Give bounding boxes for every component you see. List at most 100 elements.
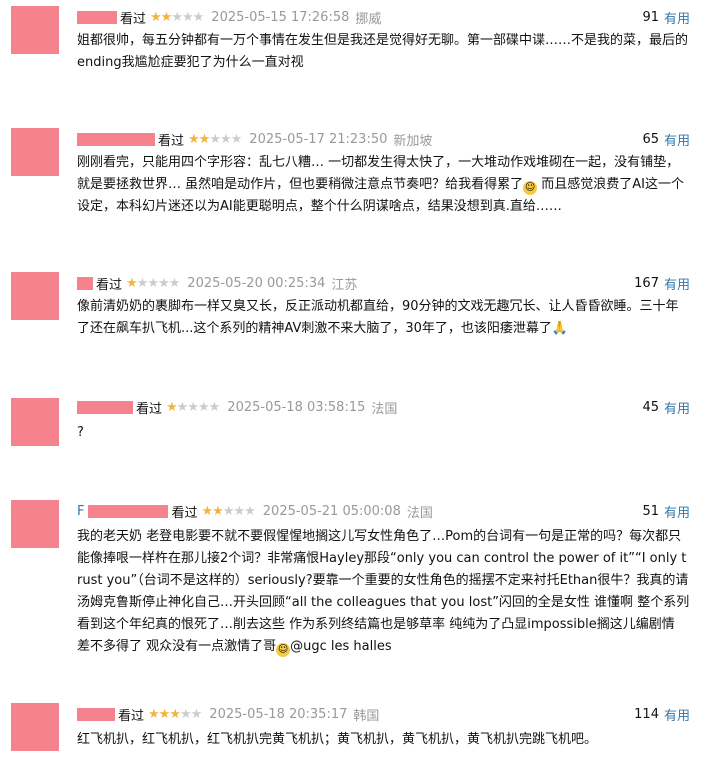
username[interactable] [77,707,115,721]
star-icon: ★ [150,9,162,25]
star-icon: ★ [136,275,149,291]
star-icon: ★ [166,399,178,415]
review-time: 2025-05-15 17:26:58 [211,9,350,25]
useful-button[interactable]: 有用 [664,130,690,149]
useful-button[interactable]: 有用 [664,502,690,521]
review-meta: 看过 ★ ★ ★ ★ ★ 2025-05-18 20:35:17 韩国 [77,703,379,725]
review-time: 2025-05-18 03:58:15 [227,399,366,415]
useful-button[interactable]: 有用 [664,398,690,417]
folded-hands-emoji-icon: 🙏 [551,321,569,336]
useful-button[interactable]: 有用 [664,705,690,724]
review-content: ? [77,425,84,440]
review-text: 像前清奶奶的裹脚布一样又臭又长，反正派动机都直给，90分钟的文戏无趣冗长、让人昏… [77,299,679,336]
star-icon: ★ [230,131,243,147]
seen-label: 看过 [96,277,123,293]
rating-stars: ★ ★ ★ ★ ★ [166,399,221,415]
review-location: 法国 [406,505,433,521]
star-icon: ★ [160,9,173,25]
star-icon: ★ [233,503,245,519]
rating-stars: ★ ★ ★ ★ ★ [188,131,243,147]
star-icon: ★ [126,275,138,291]
useful-count: 65 [642,131,659,147]
review-content: 刚刚看完，只能用四个字形容：乱七八糟… 一切都发生得太快了，一大堆动作戏堆砌在一… [77,152,690,218]
star-icon: ★ [168,275,181,291]
star-icon: ★ [181,9,194,25]
avatar[interactable] [11,398,59,446]
star-icon: ★ [219,131,232,147]
star-icon: ★ [201,503,214,519]
star-icon: ★ [147,275,159,291]
useful-vote[interactable]: 45 有用 [642,396,690,418]
useful-vote[interactable]: 167 有用 [634,272,690,294]
avatar[interactable] [11,128,59,176]
useful-vote[interactable]: 91 有用 [642,6,690,28]
review-text-continued: @ugc les halles [290,639,392,654]
seen-label: 看过 [136,401,163,417]
review-meta: 看过 ★ ★ ★ ★ ★ 2025-05-18 03:58:15 法国 [77,396,397,418]
star-icon: ★ [198,131,211,147]
review-time: 2025-05-20 00:25:34 [187,275,326,291]
star-icon: ★ [158,706,171,722]
star-icon: ★ [190,706,203,722]
useful-count: 167 [634,275,659,291]
avatar[interactable] [11,272,59,320]
seen-label: 看过 [118,708,145,724]
tired-face-emoji-icon: ☺ [523,181,538,195]
star-icon: ★ [157,275,170,291]
rating-stars: ★ ★ ★ ★ ★ [201,503,256,519]
useful-button[interactable]: 有用 [664,8,690,27]
review-meta: 看过 ★ ★ ★ ★ ★ 2025-05-20 00:25:34 江苏 [77,272,357,294]
review-time: 2025-05-18 20:35:17 [209,706,348,722]
star-icon: ★ [187,399,199,415]
username[interactable] [77,10,117,24]
username[interactable] [77,132,155,146]
review-location: 挪威 [355,11,382,27]
review-content: 像前清奶奶的裹脚布一样又臭又长，反正派动机都直给，90分钟的文戏无趣冗长、让人昏… [77,296,690,340]
review-content: 姐都很帅，每五分钟都有一万个事情在发生但是我还是觉得好无聊。第一部碟中谍……不是… [77,33,689,70]
review-meta: 看过 ★ ★ ★ ★ ★ 2025-05-17 21:23:50 新加坡 [77,128,432,150]
avatar[interactable] [11,703,59,751]
star-icon: ★ [179,706,192,722]
review-location: 新加坡 [393,133,433,149]
avatar[interactable] [11,6,59,54]
useful-count: 114 [634,706,659,722]
username[interactable] [88,504,169,518]
star-icon: ★ [192,9,205,25]
useful-count: 51 [642,503,659,519]
star-icon: ★ [169,706,181,722]
username[interactable] [77,276,93,290]
useful-count: 91 [642,9,659,25]
review-location: 江苏 [331,277,358,293]
review-location: 法国 [371,401,398,417]
review-location: 韩国 [353,708,380,724]
review-content: 红飞机扒，红飞机扒，红飞机扒完黄飞机扒；黄飞机扒，黄飞机扒，黄飞机扒完跳飞机吧。 [77,732,598,747]
seen-label: 看过 [120,11,147,27]
useful-vote[interactable]: 65 有用 [642,128,690,150]
star-icon: ★ [212,503,224,519]
rating-stars: ★ ★ ★ ★ ★ [148,706,203,722]
review-time: 2025-05-17 21:23:50 [249,131,388,147]
review-meta: F 看过 ★ ★ ★ ★ ★ 2025-05-21 05:00:08 法国 [77,500,433,522]
avatar[interactable] [11,500,59,548]
seen-label: 看过 [171,505,198,521]
grinning-emoji-icon: ☺ [276,643,291,657]
rating-stars: ★ ★ ★ ★ ★ [126,275,181,291]
useful-count: 45 [642,399,659,415]
useful-button[interactable]: 有用 [664,274,690,293]
review-text: 我的老天奶 老登电影要不就不要假惺惺地搁这儿写女性角色了…Pom的台词有一句是正… [77,529,690,654]
review-meta: 看过 ★ ★ ★ ★ ★ 2025-05-15 17:26:58 挪威 [77,6,381,28]
useful-vote[interactable]: 114 有用 [634,703,690,725]
star-icon: ★ [208,399,221,415]
star-icon: ★ [148,706,160,722]
star-icon: ★ [222,503,235,519]
star-icon: ★ [188,131,200,147]
username[interactable] [77,400,133,414]
star-icon: ★ [171,9,183,25]
star-icon: ★ [197,399,210,415]
rating-stars: ★ ★ ★ ★ ★ [150,9,205,25]
useful-vote[interactable]: 51 有用 [642,500,690,522]
review-content: 我的老天奶 老登电影要不就不要假惺惺地搁这儿写女性角色了…Pom的台词有一句是正… [77,526,690,658]
star-icon: ★ [176,399,189,415]
star-icon: ★ [244,503,256,519]
username-initial[interactable]: F [77,504,84,519]
